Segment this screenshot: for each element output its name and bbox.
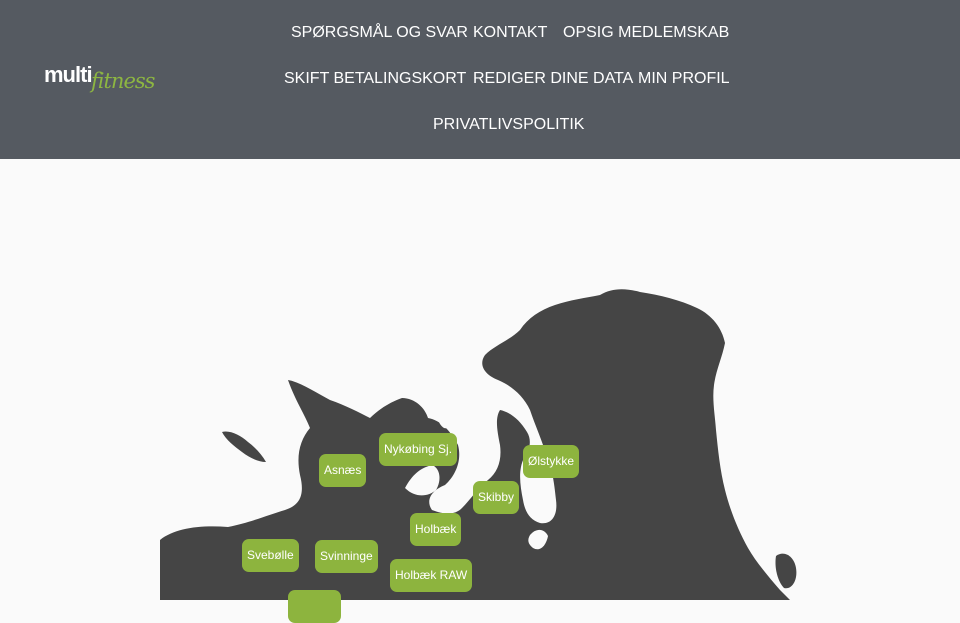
map-pin-svebolle[interactable]: Svebølle bbox=[242, 539, 299, 572]
map-pin-partial[interactable] bbox=[288, 590, 341, 623]
nav-privacy-policy[interactable]: PRIVATLIVSPOLITIK bbox=[433, 116, 584, 134]
logo-word-multi: multi bbox=[44, 62, 93, 87]
site-header: multi fitness SPØRGSMÅL OG SVAR KONTAKT … bbox=[0, 0, 960, 159]
map-pin-nykobing[interactable]: Nykøbing Sj. bbox=[379, 433, 458, 466]
map-pin-svinninge[interactable]: Svinninge bbox=[315, 540, 378, 573]
multifitness-logo[interactable]: multi fitness bbox=[44, 62, 155, 98]
nav-cancel-membership[interactable]: OPSIG MEDLEMSKAB bbox=[563, 24, 729, 42]
locations-map[interactable]: Asnæs Nykøbing Sj. Ølstykke Skibby Holbæ… bbox=[0, 159, 960, 623]
map-pin-olstykke[interactable]: Ølstykke bbox=[523, 445, 580, 478]
logo-word-fitness: fitness bbox=[91, 69, 155, 93]
map-pin-holbaek[interactable]: Holbæk bbox=[410, 513, 462, 546]
map-pin-skibby[interactable]: Skibby bbox=[473, 481, 520, 514]
nav-faq[interactable]: SPØRGSMÅL OG SVAR bbox=[291, 24, 468, 42]
nav-change-payment-card[interactable]: SKIFT BETALINGSKORT bbox=[284, 70, 466, 88]
map-pin-asnaes[interactable]: Asnæs bbox=[319, 454, 367, 487]
nav-edit-data[interactable]: REDIGER DINE DATA bbox=[473, 70, 633, 88]
map-land-shape bbox=[160, 289, 797, 600]
nav-contact[interactable]: KONTAKT bbox=[473, 24, 547, 42]
map-pin-holbaek-raw[interactable]: Holbæk RAW bbox=[390, 559, 473, 592]
nav-my-profile[interactable]: MIN PROFIL bbox=[638, 70, 730, 88]
